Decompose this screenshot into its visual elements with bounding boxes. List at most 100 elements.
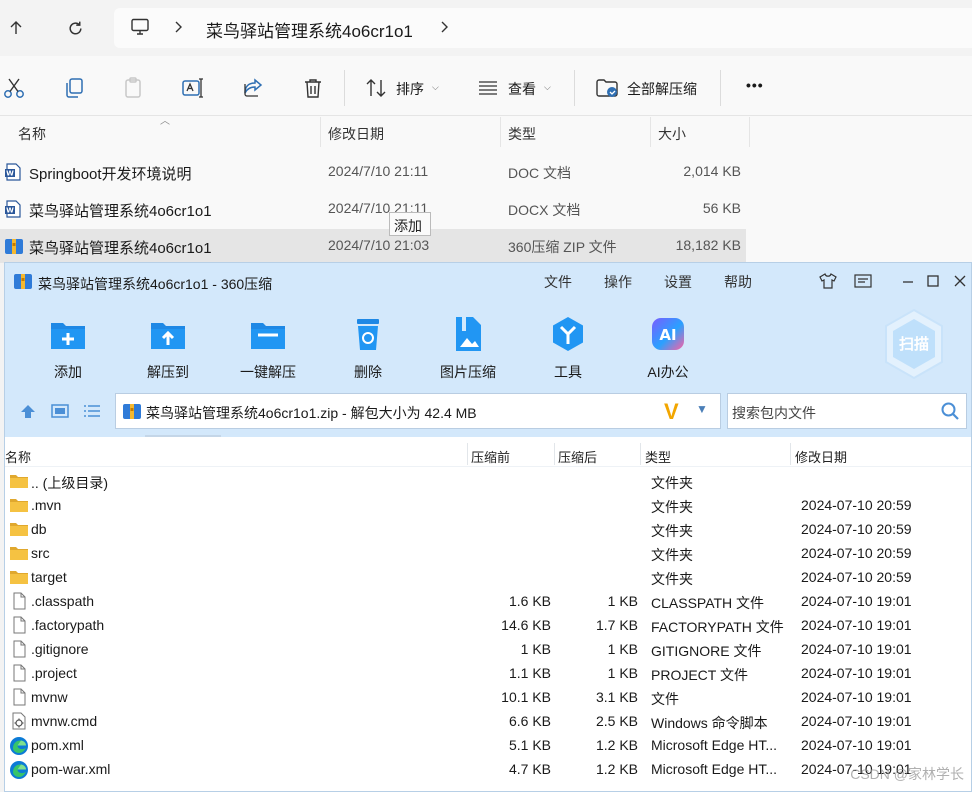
column-type[interactable]: 类型 bbox=[508, 124, 536, 144]
column-date[interactable]: 修改日期 bbox=[795, 447, 847, 466]
share-icon[interactable] bbox=[241, 76, 265, 100]
skin-icon[interactable] bbox=[818, 271, 838, 291]
minimize-icon[interactable] bbox=[898, 271, 918, 291]
file-explorer-window: 菜鸟驿站管理系统4o6cr1o1 排序 ⌵ 查看 ⌵ 全部解压缩 ••• ︿ 名… bbox=[0, 0, 972, 263]
scan-button[interactable]: 扫描 bbox=[881, 307, 947, 381]
entry-date: 2024-07-10 20:59 bbox=[801, 569, 912, 585]
file-row[interactable]: W Springboot开发环境说明 2024/7/10 21:11 DOC 文… bbox=[0, 155, 746, 189]
column-divider[interactable] bbox=[640, 443, 641, 465]
extract-all-button[interactable]: 全部解压缩 bbox=[627, 79, 697, 99]
column-size[interactable]: 大小 bbox=[658, 124, 686, 144]
extract-all-icon[interactable] bbox=[595, 76, 619, 100]
add-button[interactable]: 添加 bbox=[23, 309, 113, 381]
zip-file-row[interactable]: target 文件夹 2024-07-10 20:59 bbox=[5, 565, 971, 589]
address-bar[interactable]: 菜鸟驿站管理系统4o6cr1o1 bbox=[114, 8, 972, 48]
breadcrumb-folder[interactable]: 菜鸟驿站管理系统4o6cr1o1 bbox=[206, 17, 413, 42]
column-divider[interactable] bbox=[749, 117, 750, 147]
column-date[interactable]: 修改日期 bbox=[328, 124, 384, 144]
ai-office-label: AI办公 bbox=[647, 364, 689, 380]
entry-type: Windows 命令脚本 bbox=[651, 715, 768, 731]
archive-path-field[interactable]: 菜鸟驿站管理系统4o6cr1o1.zip - 解包大小为 42.4 MB V ▼ bbox=[115, 393, 721, 429]
chevron-down-icon[interactable]: ⌵ bbox=[544, 82, 551, 93]
zip-file-row[interactable]: mvnw.cmd 6.6 KB 2.5 KB Windows 命令脚本 2024-07-… bbox=[5, 709, 971, 733]
search-icon[interactable] bbox=[940, 401, 960, 424]
refresh-icon[interactable] bbox=[61, 14, 89, 42]
copy-icon[interactable] bbox=[62, 76, 86, 100]
file-row-selected[interactable]: 菜鸟驿站管理系统4o6cr1o1 2024/7/10 21:03 360压缩 Z… bbox=[0, 229, 746, 263]
maximize-icon[interactable] bbox=[923, 271, 943, 291]
column-name[interactable]: 名称 bbox=[18, 124, 46, 144]
zip-title-bar[interactable]: 菜鸟驿站管理系统4o6cr1o1 - 360压缩 文件 操作 设置 帮助 bbox=[5, 263, 971, 299]
sort-icon[interactable] bbox=[364, 76, 388, 100]
column-name[interactable]: 名称 bbox=[5, 447, 31, 466]
cmd-script-icon bbox=[9, 712, 29, 730]
zip-file-row[interactable]: .project 1.1 KB 1 KB PROJECT 文件 2024-07-10 1… bbox=[5, 661, 971, 685]
zip-file-row[interactable]: db 文件夹 2024-07-10 20:59 bbox=[5, 517, 971, 541]
verified-v-icon[interactable]: V bbox=[664, 399, 679, 425]
entry-type: 文件夹 bbox=[651, 475, 693, 491]
ai-office-button[interactable]: AI AI办公 bbox=[623, 309, 713, 381]
column-type[interactable]: 类型 bbox=[645, 447, 671, 466]
file-row[interactable]: W 菜鸟驿站管理系统4o6cr1o1 2024/7/10 21:11 DOCX … bbox=[0, 192, 746, 226]
delete-icon[interactable] bbox=[301, 76, 325, 100]
archive-search-input[interactable]: 搜索包内文件 bbox=[727, 393, 967, 429]
window-title: 菜鸟驿站管理系统4o6cr1o1 - 360压缩 bbox=[38, 276, 273, 292]
thumbnail-view-icon[interactable] bbox=[51, 403, 69, 422]
menu-help[interactable]: 帮助 bbox=[724, 272, 752, 292]
dropdown-arrow-icon[interactable]: ▼ bbox=[696, 402, 708, 416]
folder-icon bbox=[9, 544, 29, 562]
entry-size-before: 1.6 KB bbox=[508, 593, 551, 609]
column-divider[interactable] bbox=[650, 117, 651, 147]
delete-icon bbox=[349, 315, 387, 353]
view-icon[interactable] bbox=[476, 76, 500, 100]
one-click-extract-button[interactable]: 一键解压 bbox=[223, 309, 313, 381]
column-before[interactable]: 压缩前 bbox=[471, 447, 510, 466]
more-options-icon[interactable]: ••• bbox=[746, 77, 764, 93]
entry-size-after: 1 KB bbox=[607, 593, 638, 609]
column-divider[interactable] bbox=[320, 117, 321, 147]
entry-name: .factorypath bbox=[31, 617, 105, 633]
zip-file-row[interactable]: .mvn 文件夹 2024-07-10 20:59 bbox=[5, 493, 971, 517]
up-arrow-icon[interactable] bbox=[2, 14, 30, 42]
delete-button[interactable]: 删除 bbox=[323, 309, 413, 381]
menu-file[interactable]: 文件 bbox=[544, 272, 572, 292]
file-icon bbox=[9, 688, 29, 706]
file-name: Springboot开发环境说明 bbox=[29, 166, 192, 183]
close-icon[interactable] bbox=[950, 271, 970, 291]
zip-file-row[interactable]: src 文件夹 2024-07-10 20:59 bbox=[5, 541, 971, 565]
zip-file-row[interactable]: .. (上级目录) 文件夹 bbox=[5, 469, 971, 493]
image-compress-button[interactable]: 图片压缩 bbox=[423, 309, 513, 381]
chevron-down-icon[interactable]: ⌵ bbox=[432, 82, 439, 93]
list-view-icon[interactable] bbox=[83, 403, 101, 422]
entry-name: db bbox=[31, 521, 47, 537]
zip-file-row[interactable]: .factorypath 14.6 KB 1.7 KB FACTORYPATH 文件 2… bbox=[5, 613, 971, 637]
tools-button[interactable]: 工具 bbox=[523, 309, 613, 381]
feedback-icon[interactable] bbox=[853, 271, 873, 291]
column-divider[interactable] bbox=[790, 443, 791, 465]
zip-file-row[interactable]: .gitignore 1 KB 1 KB GITIGNORE 文件 2024-07-10… bbox=[5, 637, 971, 661]
column-divider[interactable] bbox=[554, 443, 555, 465]
sort-button[interactable]: 排序 bbox=[396, 79, 424, 99]
tooltip: 添加 bbox=[389, 212, 431, 236]
image-compress-label: 图片压缩 bbox=[440, 364, 496, 380]
menu-operation[interactable]: 操作 bbox=[604, 272, 632, 292]
chevron-right-icon[interactable] bbox=[440, 19, 450, 38]
entry-size-after: 3.1 KB bbox=[595, 689, 638, 705]
menu-settings[interactable]: 设置 bbox=[664, 272, 692, 292]
view-button[interactable]: 查看 bbox=[508, 79, 536, 99]
file-name: 菜鸟驿站管理系统4o6cr1o1 bbox=[29, 240, 212, 257]
computer-icon bbox=[130, 18, 150, 39]
zip-file-row[interactable]: pom-war.xml 4.7 KB 1.2 KB Microsoft Edge HT… bbox=[5, 757, 971, 781]
rename-icon[interactable] bbox=[181, 76, 205, 100]
paste-icon bbox=[121, 76, 145, 100]
zip-file-row[interactable]: mvnw 10.1 KB 3.1 KB 文件 2024-07-10 19:01 bbox=[5, 685, 971, 709]
zip-file-row[interactable]: .classpath 1.6 KB 1 KB CLASSPATH 文件 2024-07-… bbox=[5, 589, 971, 613]
column-after[interactable]: 压缩后 bbox=[558, 447, 597, 466]
cut-icon[interactable] bbox=[2, 76, 26, 100]
chevron-right-icon[interactable] bbox=[174, 19, 184, 38]
column-divider[interactable] bbox=[467, 443, 468, 465]
up-level-icon[interactable] bbox=[19, 403, 37, 422]
zip-file-row[interactable]: pom.xml 5.1 KB 1.2 KB Microsoft Edge HT... 2… bbox=[5, 733, 971, 757]
column-divider[interactable] bbox=[500, 117, 501, 147]
extract-to-button[interactable]: 解压到 bbox=[123, 309, 213, 381]
